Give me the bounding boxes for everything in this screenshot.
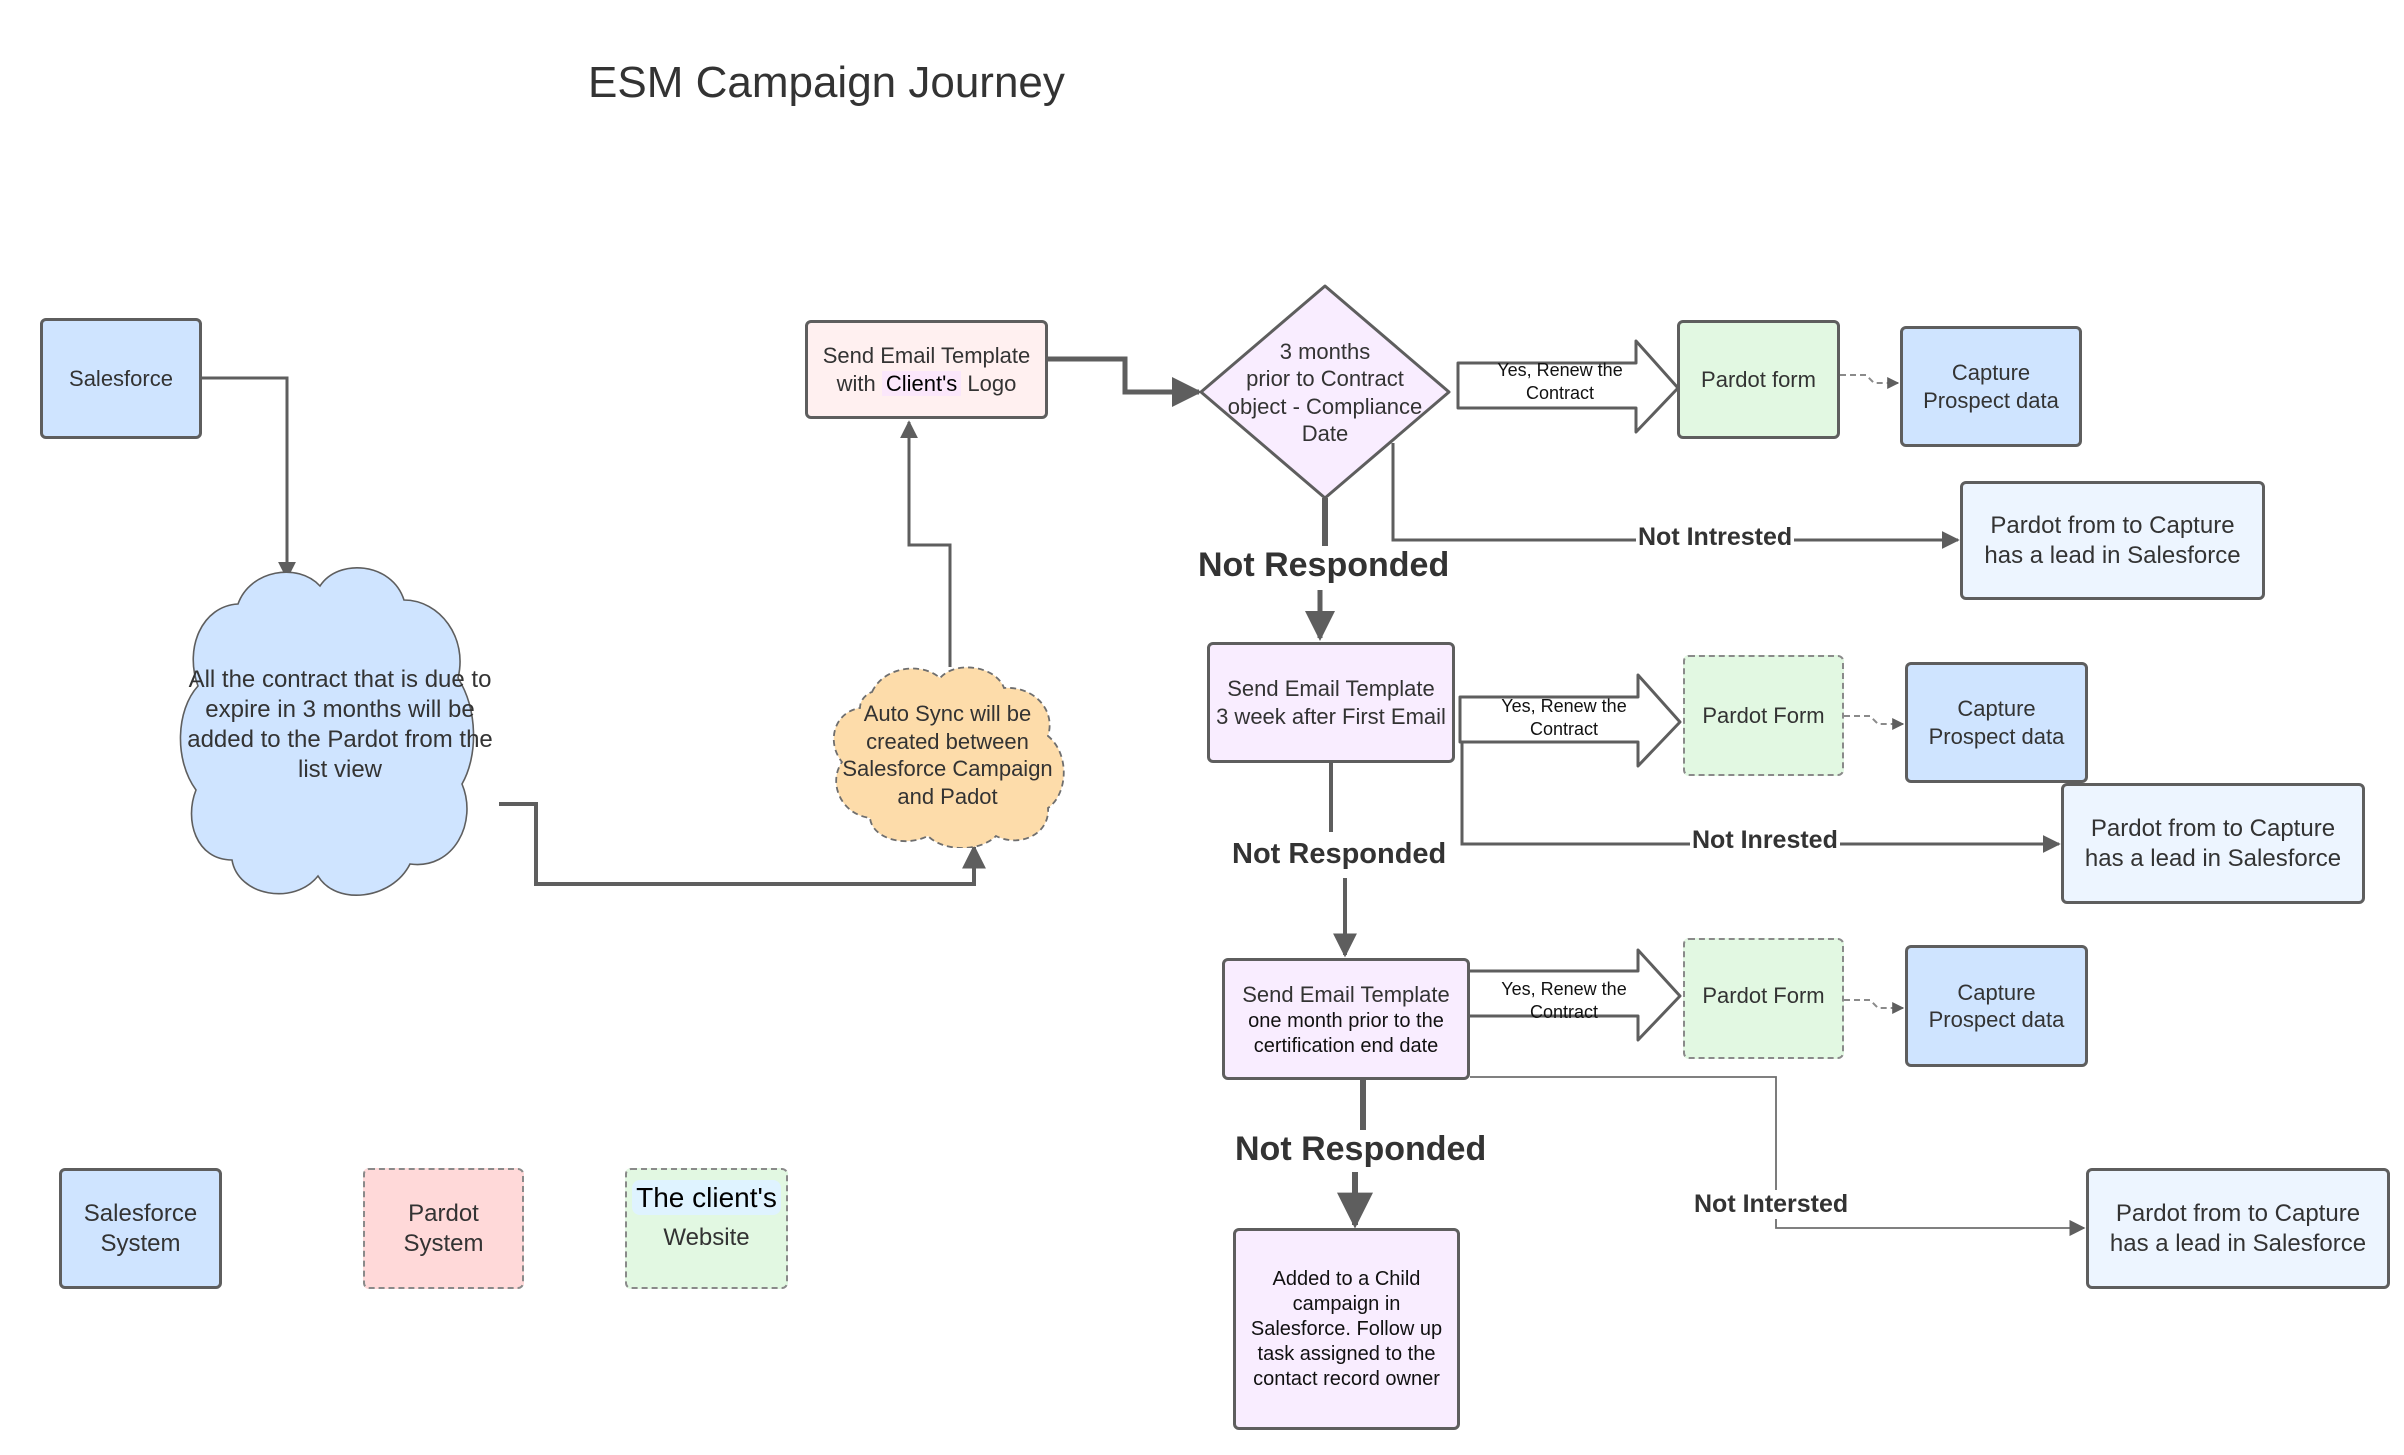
lead-3-label: Pardot from to Capture has a lead in Sal… — [2109, 1199, 2367, 1257]
legend-website-label: Website — [663, 1224, 750, 1251]
decision-node[interactable]: 3 months prior to Contract object - Comp… — [1215, 320, 1435, 465]
decision-text: 3 months prior to Contract object - Comp… — [1227, 338, 1423, 447]
email3-line2: one month prior to the certification end… — [1248, 1009, 1444, 1057]
child-campaign-node[interactable]: Added to a Child campaign in Salesforce.… — [1233, 1228, 1460, 1430]
capture-prospect-1[interactable]: Capture Prospect data — [1900, 326, 2082, 447]
child-campaign-text: Added to a Child campaign in Salesforce.… — [1250, 1267, 1443, 1390]
pardot-form-2[interactable]: Pardot Form — [1683, 655, 1844, 776]
connector-email1-to-decision — [1048, 356, 1202, 407]
yes-renew-label-1: Yes, Renew the Contract — [1497, 360, 1623, 404]
pardot-form-1-label: Pardot form — [1701, 366, 1816, 392]
autosync-cloud[interactable]: Auto Sync will be created between Salesf… — [835, 690, 1060, 820]
pardot-form-2-label: Pardot Form — [1702, 702, 1825, 728]
capture-prospect-2[interactable]: Capture Prospect data — [1905, 662, 2088, 783]
yes-renew-label-3: Yes, Renew the Contract — [1501, 979, 1627, 1023]
legend-pardot-label: Pardot System — [403, 1199, 484, 1257]
not-responded-label-1: Not Responded — [1196, 546, 1452, 585]
capture-2-label: Capture Prospect data — [1928, 696, 2065, 749]
legend-pardot-system: Pardot System — [363, 1168, 524, 1289]
lead-2-label: Pardot from to Capture has a lead in Sal… — [2084, 814, 2342, 872]
legend-website-highlight: The client's — [632, 1180, 781, 1215]
email1-line1: Send Email Template — [822, 343, 1031, 368]
capture-3-label: Capture Prospect data — [1928, 979, 2065, 1033]
connector-salesforce-to-cloud — [202, 376, 296, 580]
pardot-form-1[interactable]: Pardot form — [1677, 320, 1840, 439]
legend-client-website: The client's Website — [625, 1168, 788, 1289]
capture-1-label: Capture Prospect data — [1923, 360, 2059, 413]
contracts-cloud[interactable]: All the contract that is due to expire i… — [185, 650, 495, 800]
connector-form2-to-capture2 — [1844, 715, 1905, 730]
legend-salesforce-system: Salesforce System — [59, 1168, 222, 1289]
connector-form1-to-capture1 — [1840, 374, 1900, 389]
contracts-cloud-text: All the contract that is due to expire i… — [187, 666, 493, 783]
connector-autosync-to-email1 — [900, 420, 952, 667]
send-email-template-2[interactable]: Send Email Template 3 week after First E… — [1207, 642, 1455, 763]
send-email-template-3[interactable]: Send Email Template one month prior to t… — [1222, 958, 1470, 1080]
lead-box-1[interactable]: Pardot from to Capture has a lead in Sal… — [1960, 481, 2265, 600]
lead-box-2[interactable]: Pardot from to Capture has a lead in Sal… — [2061, 783, 2365, 904]
pardot-form-3[interactable]: Pardot Form — [1683, 938, 1844, 1059]
diagram-title: ESM Campaign Journey — [588, 58, 1065, 107]
pardot-form-3-label: Pardot Form — [1702, 983, 1825, 1008]
salesforce-label: Salesforce — [69, 365, 173, 391]
not-responded-label-3: Not Responded — [1233, 1130, 1489, 1169]
capture-prospect-3[interactable]: Capture Prospect data — [1905, 945, 2088, 1067]
not-interested-label-1: Not Intrested — [1636, 523, 1795, 552]
yes-renew-label-2: Yes, Renew the Contract — [1501, 696, 1627, 740]
salesforce-node[interactable]: Salesforce — [40, 318, 202, 439]
email1-line2: with Client's Logo — [836, 370, 1017, 396]
email2-text: Send Email Template 3 week after First E… — [1216, 676, 1446, 729]
legend-salesforce-label: Salesforce System — [83, 1199, 198, 1257]
not-interested-label-2: Not Inrested — [1690, 826, 1840, 855]
autosync-cloud-text: Auto Sync will be created between Salesf… — [842, 701, 1053, 809]
lead-box-3[interactable]: Pardot from to Capture has a lead in Sal… — [2086, 1168, 2390, 1289]
not-responded-label-2: Not Responded — [1230, 838, 1449, 871]
client-highlight: Client's — [881, 370, 962, 396]
connector-form3-to-capture3 — [1844, 999, 1905, 1014]
email3-line1: Send Email Template — [1242, 982, 1450, 1007]
lead-1-label: Pardot from to Capture has a lead in Sal… — [1984, 511, 2241, 569]
not-interested-label-3: Not Intersted — [1692, 1190, 1851, 1219]
send-email-template-1[interactable]: Send Email Template with Client's Logo — [805, 320, 1048, 419]
